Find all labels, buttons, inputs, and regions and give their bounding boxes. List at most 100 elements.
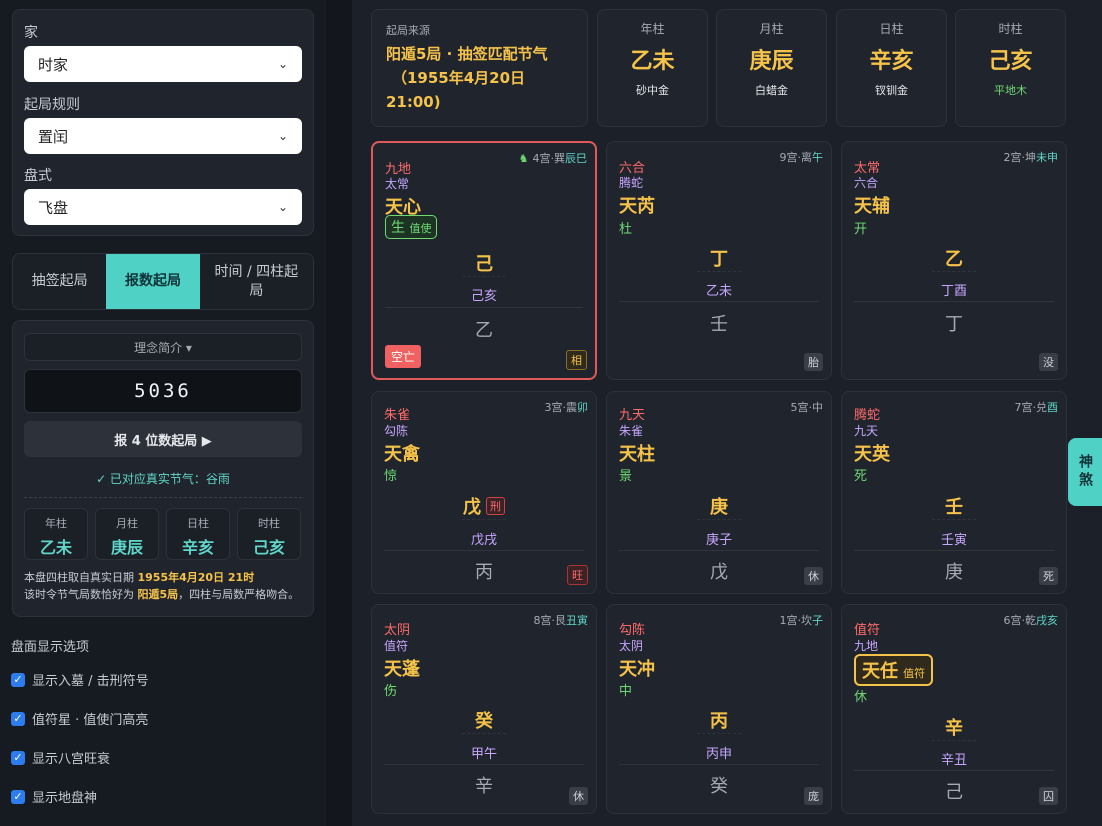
shensha-tab[interactable]: 神煞 [1068, 438, 1102, 506]
heaven-stem: 丁 [710, 249, 728, 270]
header-pillar-month: 月柱 庚辰 白蜡金 [716, 9, 827, 127]
horse-icon: ♞ [518, 152, 529, 165]
divider [462, 733, 506, 734]
heaven-stem: 癸 [475, 711, 493, 732]
pillar-year-value: 乙未 [39, 538, 72, 557]
palace-position: 2宫·坤未申 [1004, 149, 1059, 165]
source-text: 阳遁5局 · 抽签匹配节气 （1955年4月20日 21:00) [386, 42, 573, 114]
palace-7[interactable]: 7宫·兑酉 腾蛇 九天 天英 死 壬 壬寅 庚 死 [841, 391, 1067, 594]
pillar-hour: 时柱 己亥 [237, 508, 301, 560]
heaven-stem: 乙 [945, 249, 963, 270]
palace-position: 1宫·坎子 [780, 612, 824, 628]
ground-stem: 乙 [475, 320, 493, 341]
god-secondary: 太常 [385, 177, 410, 191]
submit-number-button[interactable]: 报 4 位数起局 ▶ [24, 421, 302, 457]
checkbox-icon[interactable]: ✓ [11, 789, 25, 804]
ganzhi: 辛丑 [940, 753, 967, 768]
palace-position-label: 2宫·坤 [1003, 151, 1037, 164]
palace-position-label: 6宫·乾 [1003, 614, 1037, 627]
palace-1[interactable]: 1宫·坎子 勾陈 太阴 天冲 中 丙 丙申 癸 庞 [606, 604, 832, 814]
chevron-down-icon: ⌄ [277, 129, 288, 143]
palace-6[interactable]: 6宫·乾戌亥 值符 九地 天任 值符 休 辛 辛丑 己 囚 [841, 604, 1067, 814]
palace-state: 没 [1039, 353, 1058, 371]
divider [619, 550, 819, 551]
god-primary: 朱雀 [384, 408, 411, 423]
door: 死 [854, 469, 868, 484]
tab-time[interactable]: 时间 / 四柱起局 [200, 254, 313, 309]
god-secondary: 腾蛇 [619, 176, 644, 190]
option-ground-god[interactable]: ✓ 显示地盘神 [11, 787, 97, 806]
divider [619, 764, 819, 765]
option-highlight-chief[interactable]: ✓ 值符星 · 值使门高亮 [11, 709, 148, 728]
tab-number[interactable]: 报数起局 [106, 254, 200, 309]
checkbox-icon[interactable]: ✓ [11, 711, 25, 726]
option-ground-god-label: 显示地盘神 [32, 791, 98, 806]
god-secondary: 勾陈 [384, 424, 409, 438]
star: 天蓬 [384, 659, 420, 680]
palace-branch: 未申 [1036, 151, 1058, 164]
checkbox-icon[interactable]: ✓ [11, 672, 25, 687]
pillar-hour-title: 时柱 [258, 517, 280, 530]
ganzhi: 壬寅 [940, 533, 967, 548]
checkbox-icon[interactable]: ✓ [11, 750, 25, 765]
option-palace-state[interactable]: ✓ 显示八宫旺衰 [11, 748, 110, 767]
note2-text: 该时令节气局数恰好为 [24, 588, 134, 601]
ganzhi: 乙未 [705, 284, 732, 299]
header-pillar-nayin: 平地木 [994, 84, 1027, 97]
palace-branch: 卯 [577, 401, 588, 414]
star: 天英 [854, 444, 890, 465]
palace-4[interactable]: ♞ 4宫·巽辰巳 九地 太常 天心 生 值使 己 己亥 乙 空亡 相 [371, 141, 597, 380]
number-input[interactable]: 5036 [24, 369, 302, 413]
family-select[interactable]: 时家 ⌄ [24, 46, 302, 82]
ground-stem: 壬 [710, 314, 728, 335]
god-secondary: 朱雀 [619, 424, 644, 438]
pan-select[interactable]: 飞盘 ⌄ [24, 189, 302, 225]
palace-9[interactable]: 9宫·离午 六合 腾蛇 天芮 杜 丁 乙未 壬 胎 [606, 141, 832, 380]
palace-8[interactable]: 8宫·艮丑寅 太阴 值符 天蓬 伤 癸 甲午 辛 休 [371, 604, 597, 814]
palace-state: 旺 [567, 565, 588, 585]
main-board: 起局来源 阳遁5局 · 抽签匹配节气 （1955年4月20日 21:00) 年柱… [352, 0, 1102, 826]
palace-position-label: 9宫·离 [779, 151, 813, 164]
door: 惊 [384, 469, 398, 484]
pillar-hour-value: 己亥 [252, 538, 285, 557]
god-secondary: 太阴 [619, 639, 644, 653]
palace-2[interactable]: 2宫·坤未申 太常 六合 天辅 开 乙 丁酉 丁 没 [841, 141, 1067, 380]
tab-draw[interactable]: 抽签起局 [13, 254, 106, 309]
rule-select[interactable]: 置闰 ⌄ [24, 118, 302, 154]
ganzhi: 丁酉 [940, 284, 967, 299]
header-pillar-title: 月柱 [759, 22, 784, 36]
source-line-3: 21:00) [386, 93, 441, 111]
divider [384, 764, 584, 765]
header-pillar-value: 己亥 [988, 49, 1033, 74]
concept-toggle[interactable]: 理念简介 ▾ [24, 333, 302, 361]
heaven-stem: 丙 [710, 711, 728, 732]
divider [619, 301, 819, 302]
door: 休 [854, 690, 868, 705]
palace-state: 胎 [804, 353, 823, 371]
family-select-value: 时家 [38, 55, 69, 74]
god-primary: 太阴 [384, 623, 411, 638]
star: 天柱 [619, 444, 655, 465]
pan-label: 盘式 [24, 168, 52, 184]
palace-branch: 辰巳 [565, 152, 587, 165]
star: 天芮 [619, 196, 655, 217]
pillar-day: 日柱 辛亥 [166, 508, 230, 560]
option-tomb-punish[interactable]: ✓ 显示入墓 / 击刑符号 [11, 670, 149, 689]
header-pillar-value: 庚辰 [749, 49, 794, 74]
palace-position-label: 3宫·震 [544, 401, 578, 414]
divider [697, 519, 741, 520]
palace-position: 6宫·乾戌亥 [1004, 612, 1059, 628]
palace-state: 庞 [804, 787, 823, 805]
date-note: 本盘四柱取自真实日期 1955年4月20日 21时 该时令节气局数恰好为 阳遁5… [24, 569, 314, 603]
door-tag: 值使 [409, 222, 432, 235]
palace-branch: 戌亥 [1036, 614, 1058, 627]
palace-3[interactable]: 3宫·震卯 朱雀 勾陈 天禽 惊 戊 刑 戊戌 丙 旺 [371, 391, 597, 594]
palace-state: 休 [569, 787, 588, 805]
tab-time-label: 时间 / 四柱起局 [214, 263, 299, 299]
palace-position: ♞ 4宫·巽辰巳 [519, 150, 587, 166]
header-pillar-hour: 时柱 己亥 平地木 [955, 9, 1066, 127]
palace-5[interactable]: 5宫·中 九天 朱雀 天柱 景 庚 庚子 戊 休 [606, 391, 832, 594]
header-pillar-day: 日柱 辛亥 钗钏金 [836, 9, 947, 127]
star: 天辅 [854, 196, 890, 217]
divider [697, 733, 741, 734]
